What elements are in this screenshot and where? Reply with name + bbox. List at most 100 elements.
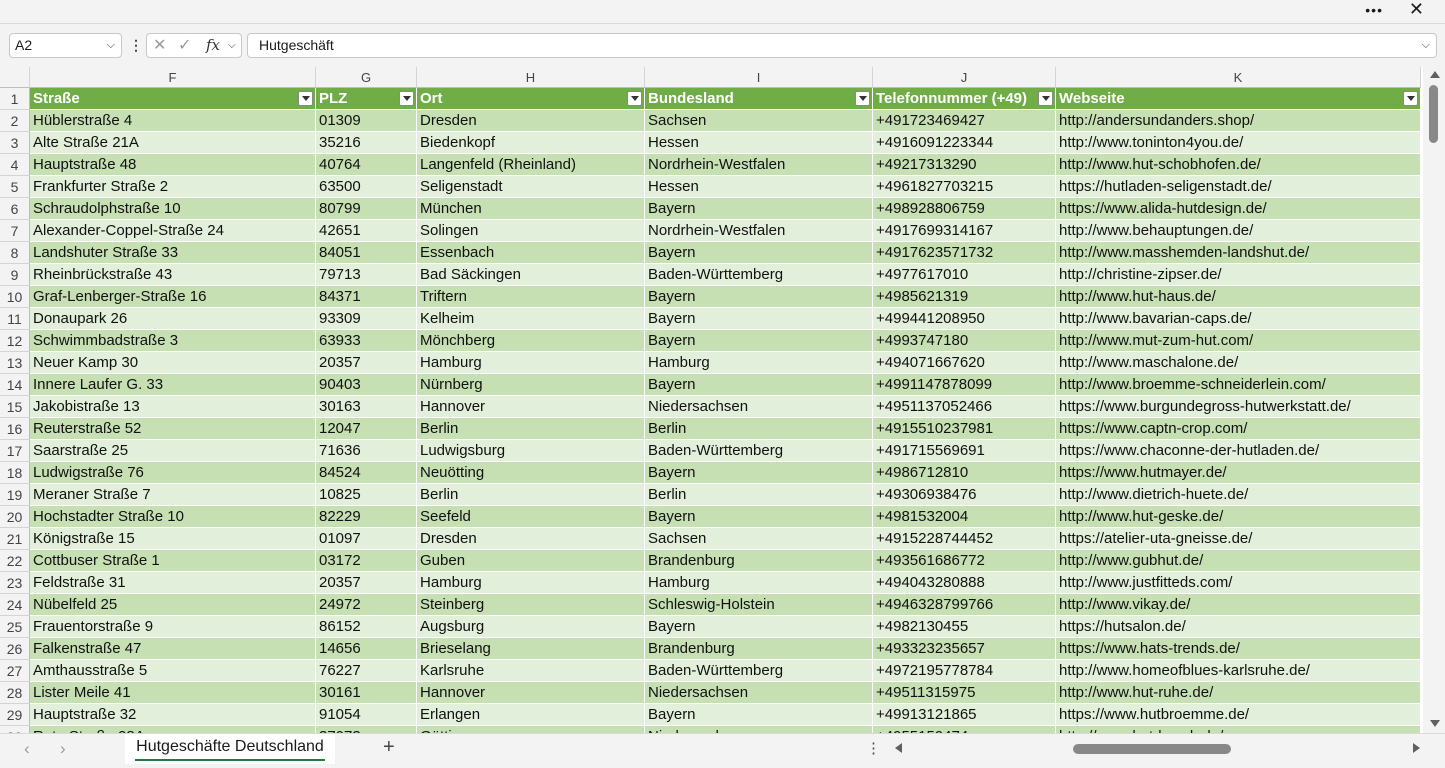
table-cell[interactable]: 30163 — [316, 396, 417, 418]
table-cell[interactable]: Bayern — [645, 242, 873, 264]
filter-dropdown-icon[interactable] — [1403, 91, 1418, 106]
table-cell[interactable]: Bayern — [645, 374, 873, 396]
vertical-scrollbar[interactable] — [1423, 67, 1445, 733]
name-box[interactable]: A2 ⌵ — [9, 33, 122, 58]
table-cell[interactable]: http://www.maschalone.de/ — [1056, 352, 1421, 374]
header-cell[interactable]: Ort — [417, 88, 645, 110]
row-header[interactable]: 16 — [0, 418, 30, 440]
chevron-down-icon[interactable]: ⌵ — [228, 40, 236, 51]
table-cell[interactable]: +49306938476 — [873, 484, 1056, 506]
table-cell[interactable]: Falkenstraße 47 — [30, 638, 316, 660]
table-cell[interactable]: Saarstraße 25 — [30, 440, 316, 462]
table-cell[interactable]: Hessen — [645, 176, 873, 198]
table-cell[interactable]: +4951137052466 — [873, 396, 1056, 418]
table-cell[interactable]: +4917623571732 — [873, 242, 1056, 264]
table-cell[interactable]: Baden-Württemberg — [645, 440, 873, 462]
table-cell[interactable]: http://www.bavarian-caps.de/ — [1056, 308, 1421, 330]
table-cell[interactable]: 42651 — [316, 220, 417, 242]
table-cell[interactable]: +4986712810 — [873, 462, 1056, 484]
table-cell[interactable]: https://hutladen-seligenstadt.de/ — [1056, 176, 1421, 198]
table-cell[interactable]: Hamburg — [417, 572, 645, 594]
row-header[interactable]: 6 — [0, 198, 30, 220]
table-cell[interactable]: 37073 — [316, 726, 417, 733]
table-cell[interactable]: http://www.hut-ruhe.de/ — [1056, 682, 1421, 704]
table-cell[interactable]: 71636 — [316, 440, 417, 462]
row-header[interactable]: 13 — [0, 352, 30, 374]
table-cell[interactable]: Neuötting — [417, 462, 645, 484]
row-header[interactable]: 4 — [0, 154, 30, 176]
column-header-1[interactable]: G — [316, 67, 417, 88]
table-cell[interactable]: 01097 — [316, 528, 417, 550]
row-header[interactable]: 10 — [0, 286, 30, 308]
table-cell[interactable]: Rheinbrückstraße 43 — [30, 264, 316, 286]
table-cell[interactable]: +4977617010 — [873, 264, 1056, 286]
table-cell[interactable]: +4916091223344 — [873, 132, 1056, 154]
table-cell[interactable]: Solingen — [417, 220, 645, 242]
enter-icon[interactable]: ✓ — [178, 35, 191, 55]
table-cell[interactable]: Sachsen — [645, 528, 873, 550]
table-cell[interactable]: https://www.captn-crop.com/ — [1056, 418, 1421, 440]
table-cell[interactable]: +49913121865 — [873, 704, 1056, 726]
more-options-icon[interactable]: ••• — [1365, 2, 1383, 18]
table-cell[interactable]: +491715569691 — [873, 440, 1056, 462]
table-cell[interactable]: 84371 — [316, 286, 417, 308]
table-cell[interactable]: +493323235657 — [873, 638, 1056, 660]
table-cell[interactable]: Jakobistraße 13 — [30, 396, 316, 418]
row-header[interactable]: 27 — [0, 660, 30, 682]
table-cell[interactable]: http://www.hut-busch.de/ — [1056, 726, 1421, 733]
table-cell[interactable]: Hamburg — [417, 352, 645, 374]
column-header-5[interactable]: K — [1056, 67, 1421, 88]
table-cell[interactable]: 93309 — [316, 308, 417, 330]
table-cell[interactable]: Karlsruhe — [417, 660, 645, 682]
table-cell[interactable]: https://atelier-uta-gneisse.de/ — [1056, 528, 1421, 550]
table-cell[interactable]: 82229 — [316, 506, 417, 528]
table-cell[interactable]: Amthausstraße 5 — [30, 660, 316, 682]
table-cell[interactable]: Landshuter Straße 33 — [30, 242, 316, 264]
table-cell[interactable]: 14656 — [316, 638, 417, 660]
table-cell[interactable]: 20357 — [316, 572, 417, 594]
table-cell[interactable]: Baden-Württemberg — [645, 660, 873, 682]
table-cell[interactable]: Seefeld — [417, 506, 645, 528]
header-cell[interactable]: Bundesland — [645, 88, 873, 110]
table-cell[interactable]: +4955159474 — [873, 726, 1056, 733]
table-cell[interactable]: https://www.alida-hutdesign.de/ — [1056, 198, 1421, 220]
table-cell[interactable]: Schleswig-Holstein — [645, 594, 873, 616]
insert-function-icon[interactable]: fx — [206, 36, 220, 54]
table-cell[interactable]: Hannover — [417, 396, 645, 418]
table-cell[interactable]: Bayern — [645, 462, 873, 484]
filter-dropdown-icon[interactable] — [298, 91, 313, 106]
table-cell[interactable]: Bayern — [645, 616, 873, 638]
table-cell[interactable]: Langenfeld (Rheinland) — [417, 154, 645, 176]
expand-formula-bar-icon[interactable]: ⌵ — [1422, 34, 1430, 57]
table-cell[interactable]: Essenbach — [417, 242, 645, 264]
table-cell[interactable]: Göttingen — [417, 726, 645, 733]
row-header[interactable]: 23 — [0, 572, 30, 594]
table-cell[interactable]: Hannover — [417, 682, 645, 704]
table-cell[interactable]: +4917699314167 — [873, 220, 1056, 242]
horizontal-scroll-thumb[interactable] — [1073, 744, 1231, 754]
select-all-corner[interactable] — [0, 67, 30, 88]
table-cell[interactable]: http://www.vikay.de/ — [1056, 594, 1421, 616]
row-header[interactable]: 28 — [0, 682, 30, 704]
table-cell[interactable]: Niedersachsen — [645, 726, 873, 733]
table-cell[interactable]: Hamburg — [645, 352, 873, 374]
header-cell[interactable]: Telefonnummer (+49) — [873, 88, 1056, 110]
table-cell[interactable]: Dresden — [417, 110, 645, 132]
table-cell[interactable]: Guben — [417, 550, 645, 572]
table-cell[interactable]: +49217313290 — [873, 154, 1056, 176]
table-cell[interactable]: https://www.hutmayer.de/ — [1056, 462, 1421, 484]
row-header[interactable]: 26 — [0, 638, 30, 660]
table-cell[interactable]: +491723469427 — [873, 110, 1056, 132]
row-header[interactable]: 9 — [0, 264, 30, 286]
sheet-tab-active[interactable]: Hutgeschäfte Deutschland — [125, 734, 335, 764]
table-cell[interactable]: 79713 — [316, 264, 417, 286]
table-cell[interactable]: 63500 — [316, 176, 417, 198]
row-header[interactable]: 30 — [0, 726, 30, 733]
row-header[interactable]: 17 — [0, 440, 30, 462]
table-cell[interactable]: Bayern — [645, 198, 873, 220]
column-header-0[interactable]: F — [30, 67, 316, 88]
table-cell[interactable]: Erlangen — [417, 704, 645, 726]
row-header[interactable]: 21 — [0, 528, 30, 550]
table-cell[interactable]: http://www.mut-zum-hut.com/ — [1056, 330, 1421, 352]
table-cell[interactable]: Hüblerstraße 4 — [30, 110, 316, 132]
